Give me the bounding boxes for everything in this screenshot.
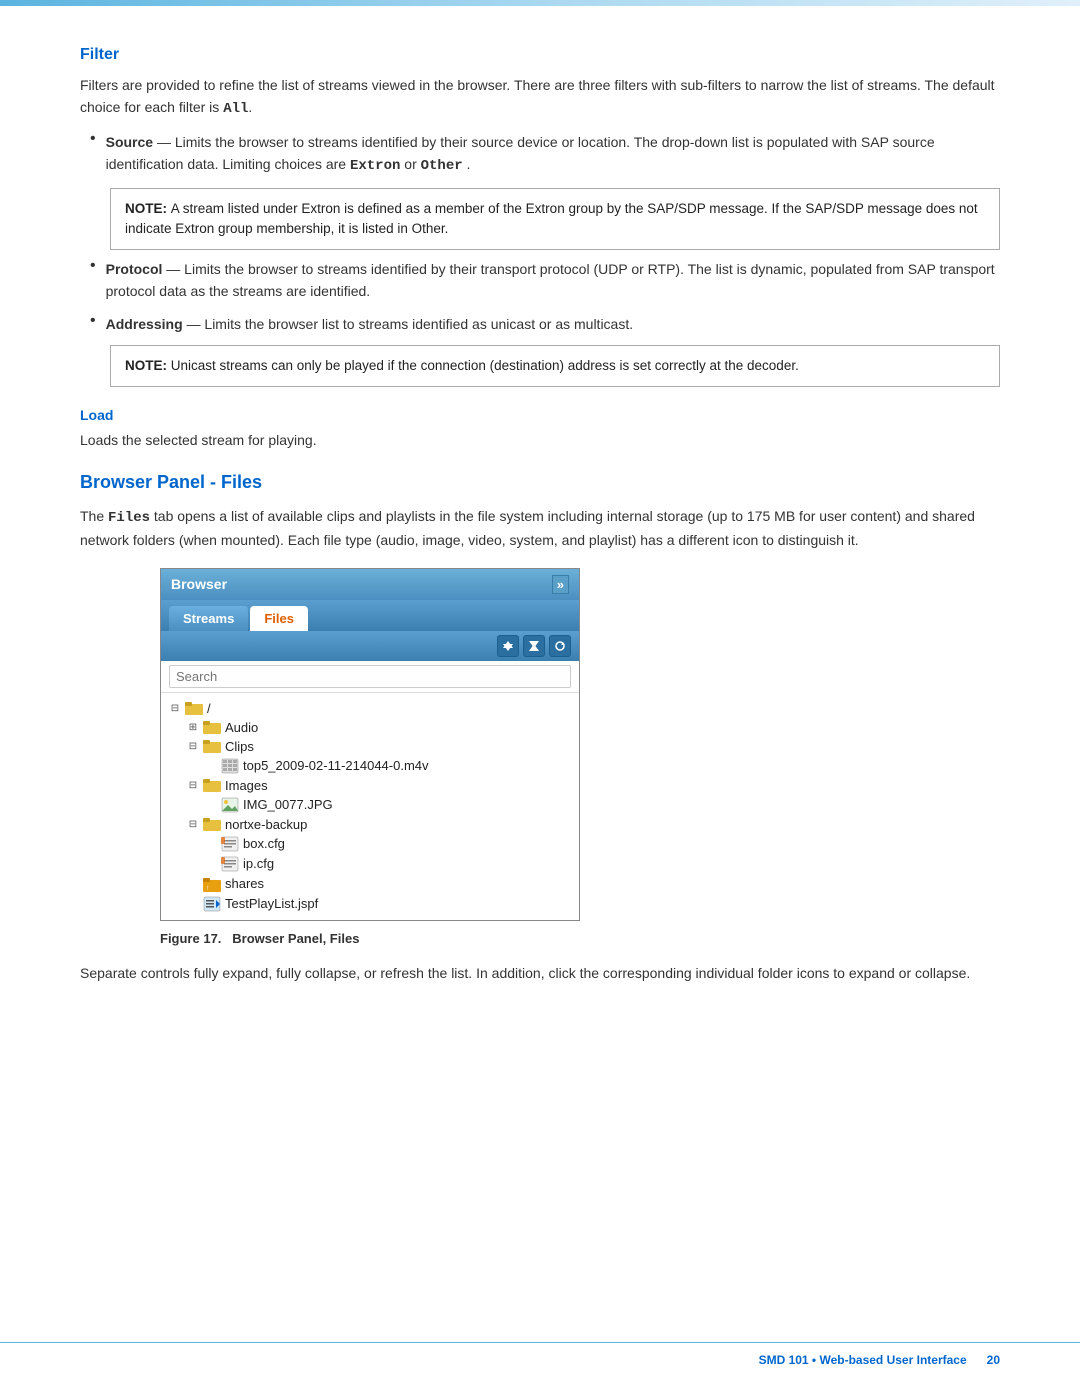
expand-nortxe[interactable]: ⊟ <box>187 819 199 830</box>
expand-all-icon[interactable] <box>497 635 519 657</box>
root-label: / <box>207 701 211 716</box>
collapse-all-icon[interactable] <box>523 635 545 657</box>
refresh-icon[interactable] <box>549 635 571 657</box>
img0077-label: IMG_0077.JPG <box>243 797 333 812</box>
search-input[interactable] <box>169 665 571 688</box>
load-text: Loads the selected stream for playing. <box>80 429 1000 451</box>
note-label-2: NOTE: <box>125 358 171 373</box>
figure-label: Browser Panel, Files <box>232 931 359 946</box>
folder-icon-images <box>203 778 221 792</box>
browser-panel-files-section: Browser Panel - Files The Files tab open… <box>80 472 1000 984</box>
footer-page-number: 20 <box>987 1353 1000 1367</box>
image-file-icon <box>221 797 239 813</box>
note-text-2: Unicast streams can only be played if th… <box>171 358 799 373</box>
folder-icon-clips <box>203 739 221 753</box>
bullet-source: Source — Limits the browser to streams i… <box>80 131 1000 178</box>
tree-img0077: ⊞ IMG_0077.JPG <box>205 795 571 815</box>
extron-code: Extron <box>350 158 400 174</box>
tab-files[interactable]: Files <box>250 606 308 631</box>
expand-root[interactable]: ⊟ <box>169 703 181 714</box>
nortxe-label: nortxe-backup <box>225 817 307 832</box>
browser-expand-icon[interactable]: » <box>552 575 569 594</box>
file-tree: ⊟ / ⊞ <box>161 693 579 920</box>
note-box-1: NOTE: A stream listed under Extron is de… <box>110 188 1000 251</box>
figure-caption: Figure 17. Browser Panel, Files <box>160 931 580 946</box>
addressing-label: Addressing <box>106 316 183 332</box>
files-code: Files <box>108 510 150 526</box>
folder-icon-nortxe <box>203 817 221 831</box>
browser-title-bar: Browser » <box>161 569 579 600</box>
shares-label: shares <box>225 876 264 891</box>
filter-intro: Filters are provided to refine the list … <box>80 74 1000 121</box>
expand-images[interactable]: ⊟ <box>187 780 199 791</box>
browser-toolbar <box>161 631 579 661</box>
top5-label: top5_2009-02-11-214044-0.m4v <box>243 758 429 773</box>
filter-heading: Filter <box>80 46 1000 64</box>
tab-streams[interactable]: Streams <box>169 606 248 631</box>
bullet-addressing: Addressing — Limits the browser list to … <box>80 313 1000 335</box>
other-code: Other <box>421 158 463 174</box>
expand-audio[interactable]: ⊞ <box>187 722 199 733</box>
audio-label: Audio <box>225 720 258 735</box>
ipcfg-label: ip.cfg <box>243 856 274 871</box>
page-content: Filter Filters are provided to refine th… <box>0 6 1080 1084</box>
svg-text:↑: ↑ <box>206 885 210 892</box>
shared-folder-icon: ↑ <box>203 876 221 892</box>
browser-panel-intro: The Files tab opens a list of available … <box>80 505 1000 552</box>
filter-bullet-list: Source — Limits the browser to streams i… <box>80 131 1000 388</box>
footer-product: SMD 101 • Web-based User Interface <box>759 1353 967 1367</box>
images-label: Images <box>225 778 268 793</box>
browser-panel-ui: Browser » Streams Files <box>160 568 580 946</box>
note-text-1: A stream listed under Extron is defined … <box>125 201 978 236</box>
protocol-label: Protocol <box>106 261 163 277</box>
note-box-2: NOTE: Unicast streams can only be played… <box>110 345 1000 387</box>
tree-audio: ⊞ Audio <box>187 718 571 737</box>
boxcfg-label: box.cfg <box>243 836 285 851</box>
browser-search-bar <box>161 661 579 693</box>
playlist-label: TestPlayList.jspf <box>225 896 318 911</box>
browser-panel-frame: Browser » Streams Files <box>160 568 580 921</box>
source-label: Source <box>106 134 153 150</box>
browser-title: Browser <box>171 576 227 592</box>
tree-boxcfg: ⊞ box.cfg <box>205 834 571 854</box>
tree-playlist: ⊞ TestPlayList.jspf <box>187 894 571 914</box>
tree-nortxe: ⊟ nortxe-backup <box>187 815 571 834</box>
system-file-icon-ip <box>221 856 239 872</box>
browser-tabs-row: Streams Files <box>161 600 579 631</box>
expand-clips[interactable]: ⊟ <box>187 741 199 752</box>
tree-top5: ⊞ <box>205 756 571 776</box>
load-heading: Load <box>80 407 1000 423</box>
tree-images: ⊟ Images <box>187 776 571 795</box>
system-file-icon-box <box>221 836 239 852</box>
tree-shares: ⊞ ↑ shares <box>187 874 571 894</box>
folder-icon-root <box>185 701 203 715</box>
clips-label: Clips <box>225 739 254 754</box>
page-footer: SMD 101 • Web-based User Interface 20 <box>0 1342 1080 1367</box>
folder-icon-audio <box>203 720 221 734</box>
note-label-1: NOTE: <box>125 201 171 216</box>
after-text: Separate controls fully expand, fully co… <box>80 962 1000 984</box>
tree-ipcfg: ⊞ ip.cfg <box>205 854 571 874</box>
figure-prefix: Figure 17. <box>160 931 229 946</box>
tree-root: ⊟ / <box>169 699 571 718</box>
video-file-icon <box>221 758 239 774</box>
filter-section: Filter Filters are provided to refine th… <box>80 46 1000 387</box>
load-section: Load Loads the selected stream for playi… <box>80 407 1000 451</box>
browser-panel-files-heading: Browser Panel - Files <box>80 472 1000 493</box>
bullet-protocol: Protocol — Limits the browser to streams… <box>80 258 1000 303</box>
tree-clips: ⊟ Clips <box>187 737 571 756</box>
playlist-file-icon <box>203 896 221 912</box>
